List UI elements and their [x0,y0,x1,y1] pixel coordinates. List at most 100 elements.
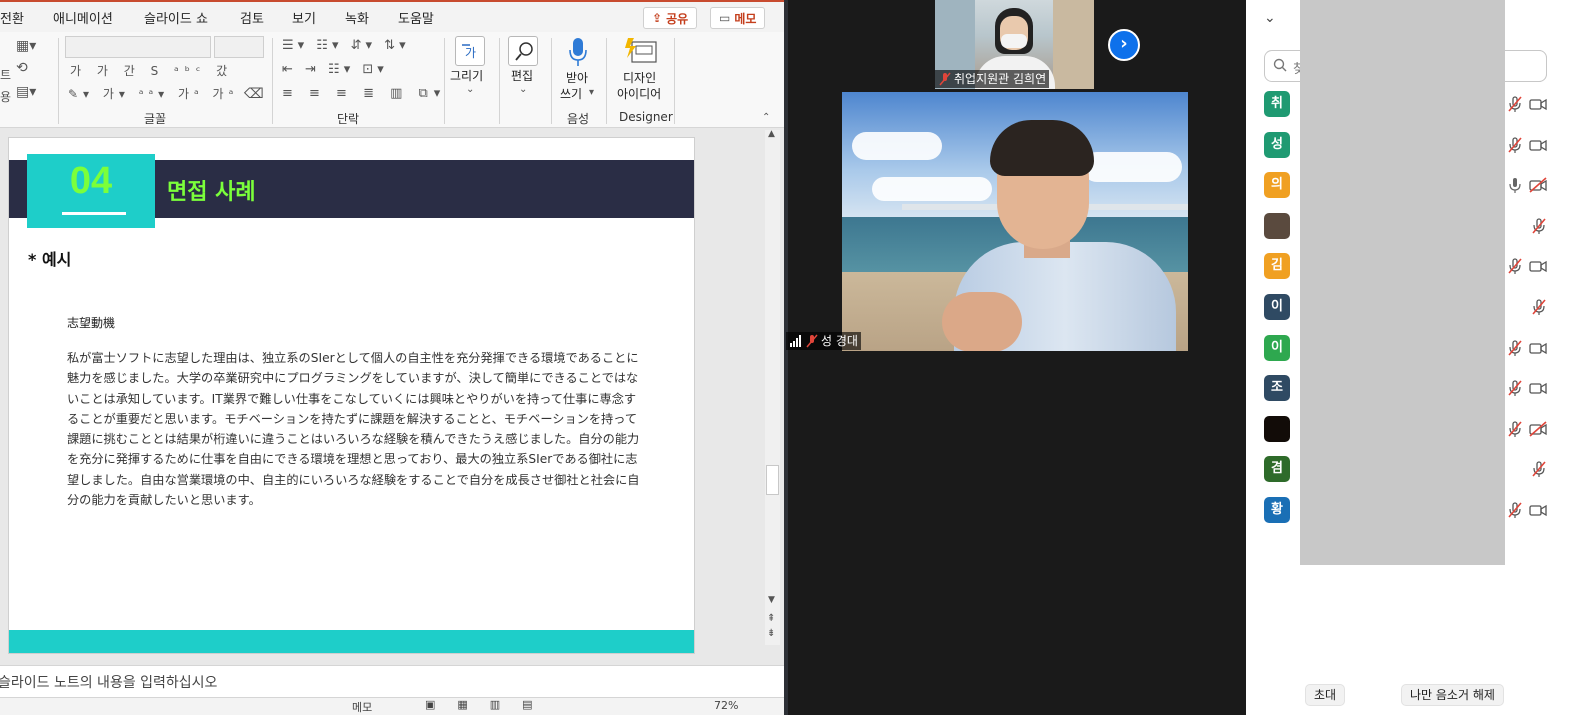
muted-mic-icon[interactable] [1506,95,1524,113]
slide-title[interactable]: 면접 사례 [167,174,256,206]
video-off-icon[interactable] [1528,420,1548,438]
draw-label[interactable]: 그리기 [450,68,483,84]
comments-button[interactable]: ▭ 메모 [710,7,766,29]
participant-row[interactable] [1264,415,1574,442]
scrollbar-thumb[interactable] [766,465,779,495]
edit-label[interactable]: 편집 [511,68,533,84]
slide-heading[interactable]: 志望動機 [67,314,115,331]
video-icon[interactable] [1528,95,1548,113]
tab-animations[interactable]: 애니메이션 [53,8,113,27]
tab-help[interactable]: 도움말 [398,8,434,27]
draw-dropdown-icon[interactable]: ⌄ [466,84,474,95]
powerpoint-window: 전환 애니메이션 슬라이드 쇼 검토 보기 녹화 도움말 ⇪ 공유 ▭ 메모 트… [0,0,788,715]
main-video-name: 성 경대 [821,334,858,348]
muted-mic-icon[interactable] [1506,420,1524,438]
collapse-ribbon-icon[interactable]: ⌃ [762,112,770,123]
search-input-end[interactable] [1505,50,1547,82]
muted-mic-icon[interactable] [1530,217,1548,235]
participant-row[interactable] [1264,212,1574,239]
slide-number-box: 04 [27,154,155,228]
video-icon[interactable] [1528,379,1548,397]
font-size-combo[interactable] [214,36,264,58]
video-icon[interactable] [1528,339,1548,357]
tab-review[interactable]: 검토 [240,8,264,27]
section-icon[interactable]: ▤▾ [16,84,36,100]
tab-recording[interactable]: 녹화 [345,8,369,27]
muted-mic-icon[interactable] [1506,339,1524,357]
list-buttons[interactable]: ☰▾ ☷▾ ⇵▾ ⇅▾ [282,38,410,53]
layout-icon[interactable]: ▦▾ [16,38,36,54]
dictate-label-1[interactable]: 받아 [566,70,588,86]
small-video-name: 취업지원관 김희연 [954,72,1047,86]
notes-pane[interactable]: 슬라이드 노트의 내용을 입력하십시오 [0,665,784,697]
participant-row[interactable]: 김 [1264,253,1574,280]
muted-mic-icon[interactable] [1506,257,1524,275]
ribbon-left-label-1: 트 [0,68,12,82]
video-off-icon[interactable] [1528,176,1548,194]
font-name-combo[interactable] [65,36,211,58]
reset-icon[interactable]: ⟲ [16,60,28,76]
designer-label-1[interactable]: 디자인 [623,70,656,86]
participant-row[interactable]: 조 [1264,375,1574,402]
participant-avatar: 황 [1264,497,1290,523]
participant-row[interactable]: 겸 [1264,456,1574,483]
microphone-icon[interactable] [566,36,590,70]
active-speaker-video[interactable] [842,92,1188,351]
participant-row[interactable]: 황 [1264,497,1574,523]
participant-video-small[interactable]: 취업지원관 김희연 [935,0,1094,89]
video-icon[interactable] [1528,257,1548,275]
zoom-level[interactable]: 72% [714,699,738,712]
mic-icon[interactable] [1506,176,1524,194]
next-page-arrow-icon[interactable]: › [1108,29,1140,61]
edit-dropdown-icon[interactable]: ⌄ [519,84,527,95]
clear-format-icon[interactable]: ⌫ [244,86,264,102]
notes-placeholder[interactable]: 슬라이드 노트의 내용을 입력하십시오 [0,672,217,692]
tab-transitions[interactable]: 전환 [0,8,24,27]
font-size-buttons[interactable]: 가 가 간 S ᵃᵇᶜ 갔 [70,62,233,79]
invite-button[interactable]: 초대 [1305,684,1346,706]
previous-slide-icon[interactable]: ⇞ [767,613,775,624]
slide[interactable]: 04 면접 사례 * 예시 志望動機 私が富士ソフトに志望した理由は、独立系のS… [9,138,694,653]
search-icon[interactable] [508,36,538,66]
collapse-chevron-icon[interactable]: ⌄ [1264,10,1276,26]
slide-body-text[interactable]: 私が富士ソフトに志望した理由は、独立系のSIerとして個人の自主性を充分発揮でき… [67,348,642,510]
participant-row[interactable]: 의 [1264,172,1574,199]
video-person-hair [990,120,1094,176]
tab-slideshow[interactable]: 슬라이드 쇼 [144,8,208,27]
screen: 전환 애니메이션 슬라이드 쇼 검토 보기 녹화 도움말 ⇪ 공유 ▭ 메모 트… [0,0,1582,715]
scroll-up-icon[interactable]: ▲ [768,129,775,139]
main-video-name-tag: 성 경대 [786,332,861,350]
video-icon[interactable] [1528,501,1548,519]
muted-mic-icon[interactable] [1506,501,1524,519]
font-color-buttons[interactable]: ✎▾ 가▾ ᵃᵃ▾ 가ᵃ 가ᵃ [68,85,238,102]
voice-group-label: 음성 [567,112,590,126]
notes-toggle[interactable]: 메모 [352,699,372,715]
participant-row[interactable]: 성 [1264,131,1574,158]
muted-mic-icon[interactable] [1506,136,1524,154]
participant-row[interactable]: 이 [1264,294,1574,320]
participant-row[interactable]: 이 [1264,334,1574,361]
slide-subtitle[interactable]: * 예시 [28,246,71,270]
unmute-me-button[interactable]: 나만 음소거 해제 [1401,684,1504,706]
slide-editor: 04 면접 사례 * 예시 志望動機 私が富士ソフトに志望した理由は、独立系のS… [0,128,784,665]
video-icon[interactable] [1528,136,1548,154]
draw-icon[interactable]: 가 [455,36,485,66]
next-slide-icon[interactable]: ⇟ [767,628,775,639]
designer-icon[interactable] [624,36,658,66]
indent-buttons[interactable]: ⇤ ⇥ ☷▾ ⊡▾ [282,62,388,77]
muted-mic-icon[interactable] [1530,298,1548,316]
view-buttons[interactable]: ▣▦▥▤ [425,698,555,711]
participant-row[interactable]: 취 [1264,91,1574,117]
tab-view[interactable]: 보기 [292,8,316,27]
designer-label-2[interactable]: 아이디어 [617,86,661,102]
scroll-down-icon[interactable]: ▼ [768,595,775,605]
dictate-label-2[interactable]: 쓰기 [560,86,582,102]
separator [674,38,675,124]
share-button[interactable]: ⇪ 공유 [643,7,698,29]
comments-label: 메모 [734,11,757,26]
vertical-scrollbar[interactable]: ▲ ▼ ⇞ ⇟ [765,129,780,645]
dictate-dropdown-icon[interactable]: ▾ [589,87,594,98]
muted-mic-icon[interactable] [1530,460,1548,478]
muted-mic-icon[interactable] [1506,379,1524,397]
align-buttons[interactable]: ≡ ≡ ≡ ≣ ▥ ⧉▾ [282,86,446,101]
